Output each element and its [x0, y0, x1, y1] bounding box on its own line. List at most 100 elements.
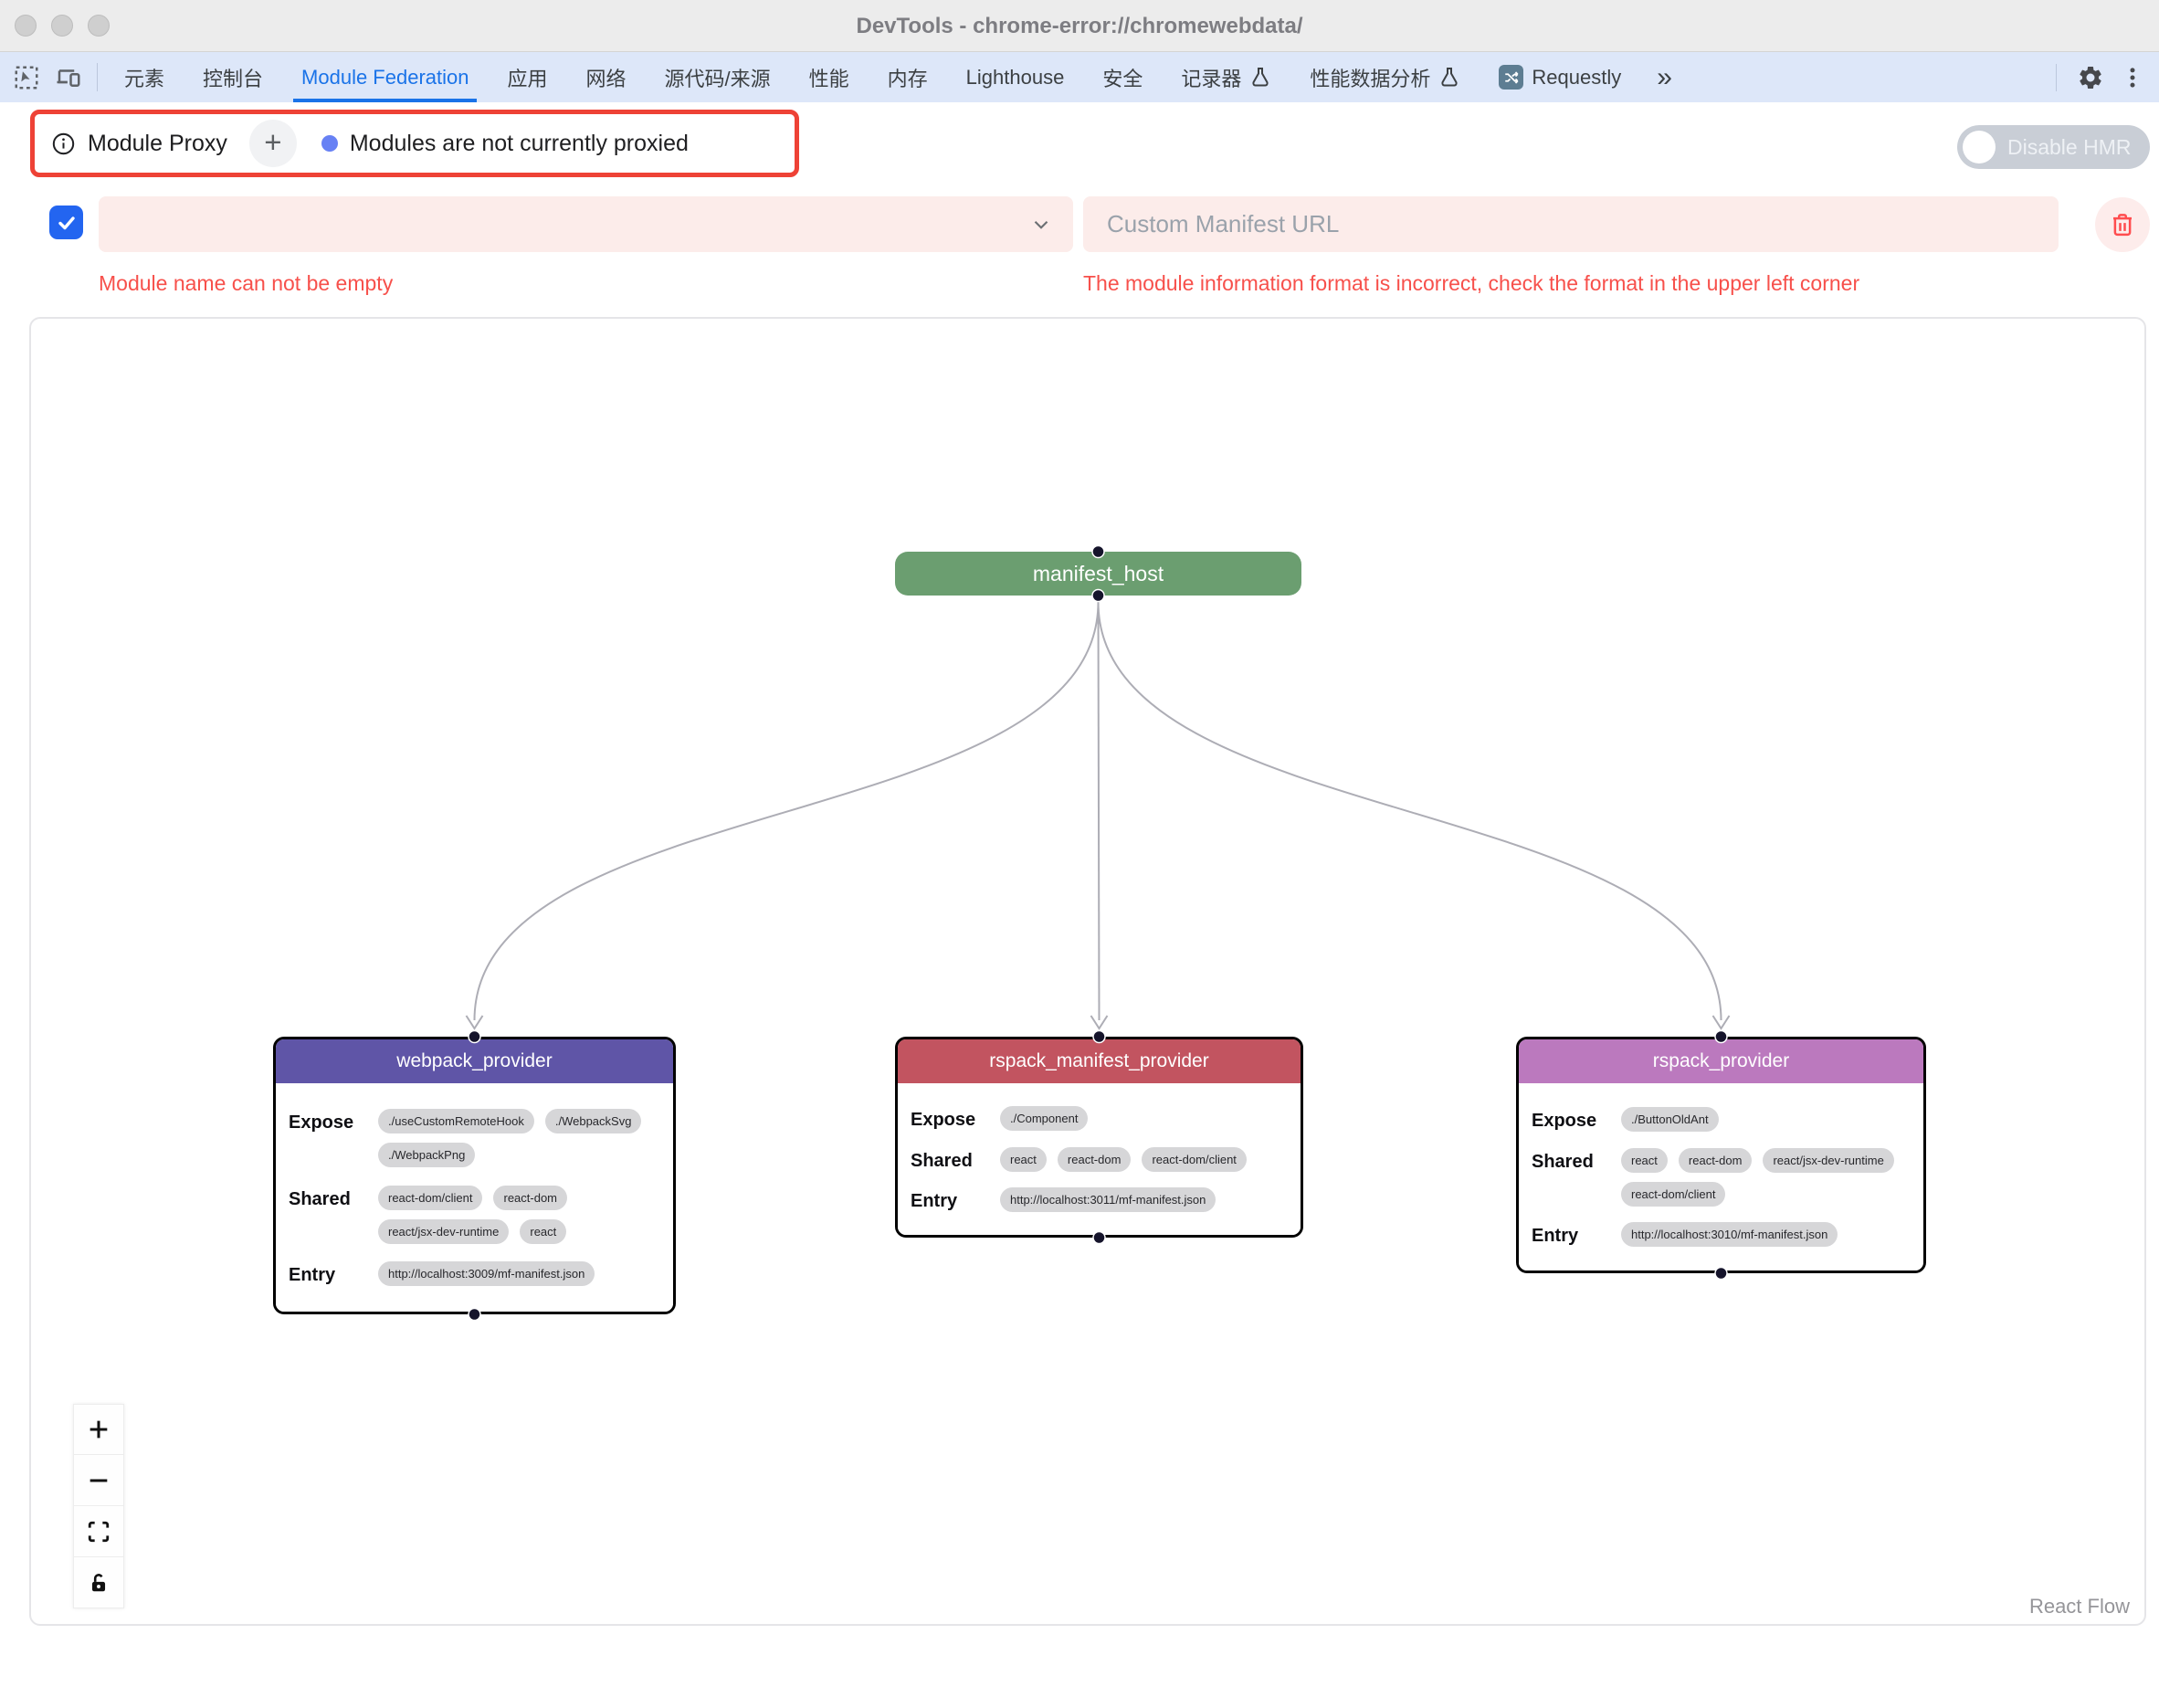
module-proxy-panel: Module Proxy + Modules are not currently…: [30, 110, 799, 177]
unlock-icon: [87, 1571, 111, 1595]
requestly-icon: [1499, 65, 1523, 90]
module-proxy-title: Module Proxy: [88, 131, 227, 157]
expose-item: ./useCustomRemoteHook: [378, 1109, 534, 1133]
gear-icon: [2077, 64, 2104, 91]
node-title: manifest_host: [1033, 562, 1164, 586]
shared-item: react-dom/client: [1621, 1182, 1725, 1207]
arrowhead-icon: [467, 1016, 483, 1028]
settings-button[interactable]: [2069, 57, 2112, 99]
entry-row: Entry http://localhost:3010/mf-manifest.…: [1532, 1222, 1911, 1247]
expose-row: Expose ./Component: [911, 1106, 1288, 1131]
tab-requestly[interactable]: Requestly: [1480, 52, 1640, 102]
toggle-label: Disable HMR: [2007, 135, 2131, 160]
tab-console[interactable]: 控制台: [184, 52, 282, 102]
tab-lighthouse[interactable]: Lighthouse: [947, 52, 1084, 102]
delete-module-button[interactable]: [2095, 197, 2150, 252]
shared-item: react: [520, 1219, 566, 1244]
entry-label: Entry: [1532, 1222, 1612, 1247]
shared-item: react/jsx-dev-runtime: [1763, 1148, 1893, 1173]
shared-item: react/jsx-dev-runtime: [378, 1219, 509, 1244]
node-manifest-host[interactable]: manifest_host: [895, 552, 1301, 596]
shared-row: Shared react react-dom react-dom/client: [911, 1147, 1288, 1172]
node-title: rspack_manifest_provider: [898, 1039, 1301, 1083]
devtools-toolbar: 元素 控制台 Module Federation 应用 网络 源代码/来源 性能…: [0, 52, 2159, 102]
expose-label: Expose: [289, 1109, 369, 1167]
expose-item: ./WebpackSvg: [545, 1109, 642, 1133]
proxy-status-dot: [321, 135, 338, 152]
toolbar-divider: [97, 63, 98, 91]
shared-item: react-dom: [493, 1186, 567, 1210]
expose-label: Expose: [1532, 1107, 1612, 1132]
tab-performance[interactable]: 性能: [790, 52, 869, 102]
node-title: rspack_provider: [1519, 1039, 1923, 1083]
window-title: DevTools - chrome-error://chromewebdata/: [0, 0, 2159, 52]
menu-button[interactable]: [2112, 57, 2154, 99]
shared-label: Shared: [911, 1147, 991, 1172]
module-name-error: Module name can not be empty: [99, 271, 393, 296]
tab-security[interactable]: 安全: [1083, 52, 1162, 102]
toolbar-divider: [2056, 64, 2057, 91]
expose-item: ./WebpackPng: [378, 1143, 475, 1167]
manifest-url-error: The module information format is incorre…: [1083, 271, 1859, 296]
entry-url: http://localhost:3011/mf-manifest.json: [1000, 1187, 1216, 1212]
expose-row: Expose ./useCustomRemoteHook ./WebpackSv…: [289, 1109, 660, 1167]
tab-application[interactable]: 应用: [488, 52, 566, 102]
tab-sources[interactable]: 源代码/来源: [646, 52, 790, 102]
arrowhead-icon: [1713, 1016, 1730, 1028]
toggle-device-toolbar-button[interactable]: [47, 52, 90, 102]
node-webpack-provider[interactable]: webpack_provider Expose ./useCustomRemot…: [273, 1037, 676, 1314]
three-dot-menu-icon: [2119, 64, 2146, 91]
inspect-cursor-icon: [13, 64, 40, 91]
arrowhead-icon: [1091, 1016, 1108, 1028]
shared-label: Shared: [1532, 1148, 1612, 1207]
minus-icon: [86, 1468, 111, 1493]
flow-edges: [31, 319, 2148, 1628]
module-enabled-checkbox[interactable]: [49, 206, 83, 239]
info-icon[interactable]: [51, 132, 76, 156]
shared-item: react-dom/client: [1142, 1147, 1246, 1172]
edge-host-to-rspack-manifest: [1099, 602, 1100, 1020]
react-flow-attribution[interactable]: React Flow: [2029, 1595, 2130, 1618]
node-rspack-manifest-provider[interactable]: rspack_manifest_provider Expose ./Compon…: [895, 1037, 1303, 1238]
expose-item: ./ButtonOldAnt: [1621, 1107, 1719, 1132]
shared-item: react-dom/client: [378, 1186, 482, 1210]
shared-item: react-dom: [1679, 1148, 1753, 1173]
flow-canvas[interactable]: manifest_host webpack_provider Expose ./…: [29, 317, 2146, 1626]
shared-item: react: [1000, 1147, 1047, 1172]
tab-network[interactable]: 网络: [567, 52, 646, 102]
tab-module-federation[interactable]: Module Federation: [282, 52, 488, 102]
edge-host-to-webpack: [475, 602, 1099, 1020]
panel-tabs: 元素 控制台 Module Federation 应用 网络 源代码/来源 性能…: [105, 52, 1690, 102]
fit-view-button[interactable]: [73, 1506, 124, 1557]
entry-url: http://localhost:3009/mf-manifest.json: [378, 1261, 595, 1286]
node-title: webpack_provider: [276, 1039, 673, 1083]
flow-controls: [73, 1404, 124, 1608]
entry-row: Entry http://localhost:3009/mf-manifest.…: [289, 1261, 660, 1286]
tab-memory[interactable]: 内存: [869, 52, 947, 102]
expose-label: Expose: [911, 1106, 991, 1131]
expose-row: Expose ./ButtonOldAnt: [1532, 1107, 1911, 1132]
more-tabs-button[interactable]: »: [1640, 52, 1690, 102]
tab-elements[interactable]: 元素: [105, 52, 184, 102]
zoom-out-button[interactable]: [73, 1455, 124, 1506]
fit-view-icon: [87, 1520, 111, 1544]
edge-host-to-rspack: [1099, 602, 1722, 1020]
tab-recorder[interactable]: 记录器: [1162, 52, 1290, 102]
entry-row: Entry http://localhost:3011/mf-manifest.…: [911, 1187, 1288, 1212]
zoom-in-button[interactable]: [73, 1404, 124, 1455]
shared-row: Shared react react-dom react/jsx-dev-run…: [1532, 1148, 1911, 1207]
add-proxy-button[interactable]: +: [249, 120, 297, 167]
experimental-flask-icon: [1249, 67, 1271, 89]
proxy-status-text: Modules are not currently proxied: [350, 131, 689, 157]
disable-hmr-toggle[interactable]: Disable HMR: [1957, 125, 2150, 169]
node-rspack-provider[interactable]: rspack_provider Expose ./ButtonOldAnt Sh…: [1516, 1037, 1926, 1273]
tab-performance-insights[interactable]: 性能数据分析: [1290, 52, 1480, 102]
inspect-element-button[interactable]: [5, 52, 47, 102]
module-name-select[interactable]: [99, 196, 1073, 252]
custom-manifest-url-input[interactable]: [1083, 196, 2059, 252]
shared-item: react: [1621, 1148, 1668, 1173]
lock-button[interactable]: [73, 1557, 124, 1608]
check-icon: [56, 212, 78, 234]
expose-item: ./Component: [1000, 1106, 1088, 1131]
entry-label: Entry: [289, 1261, 369, 1286]
